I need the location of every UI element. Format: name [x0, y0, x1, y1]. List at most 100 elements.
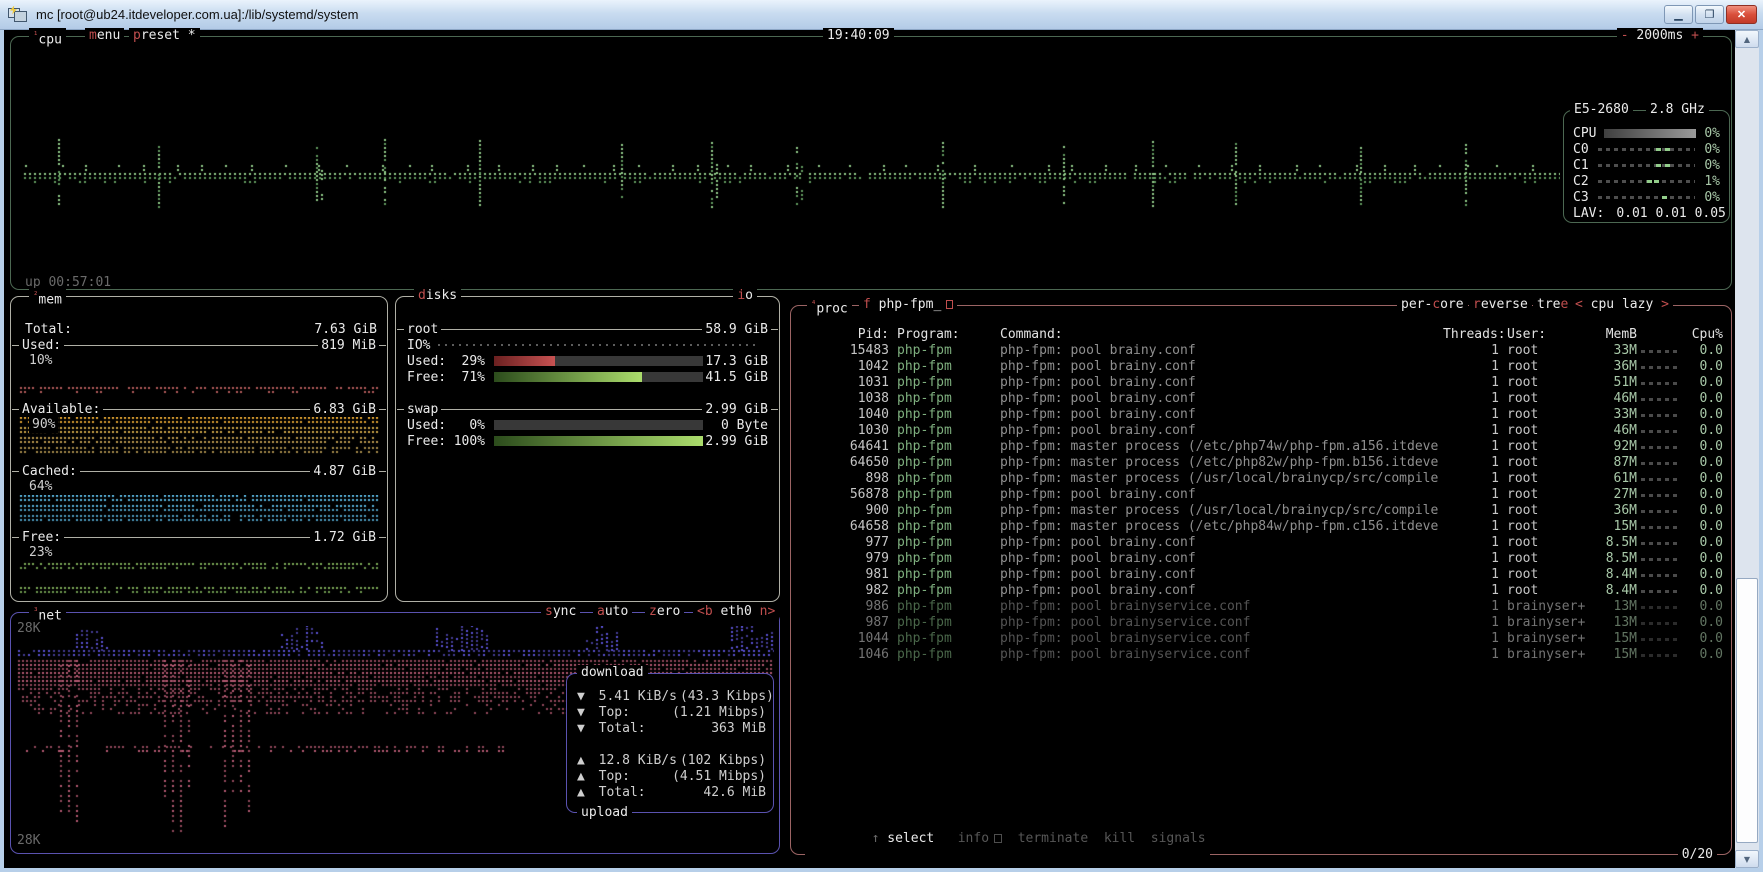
- cpu-mini-meter: [1641, 478, 1677, 481]
- info-button[interactable]: info: [958, 831, 989, 846]
- scroll-up-icon[interactable]: ▲: [1735, 30, 1759, 48]
- core-meter: [1598, 180, 1696, 183]
- disks-box-title: disks: [414, 288, 461, 304]
- proc-row[interactable]: 1046php-fpmphp-fpm: pool brainyservice.c…: [799, 647, 1723, 663]
- iface-prev-button[interactable]: <b: [697, 604, 713, 619]
- mem-cached-percent: 64%: [29, 479, 52, 495]
- disk-root-io-row: IO%: [397, 337, 778, 353]
- minimize-button[interactable]: ▁: [1664, 5, 1693, 24]
- proc-filter[interactable]: f php-fpm_: [859, 297, 957, 313]
- proc-row[interactable]: 986php-fpmphp-fpm: pool brainyservice.co…: [799, 599, 1723, 615]
- interval-plus-button[interactable]: +: [1691, 28, 1699, 43]
- proc-row[interactable]: 64658php-fpmphp-fpm: master process (/et…: [799, 519, 1723, 535]
- io-toggle[interactable]: io: [733, 288, 757, 304]
- proc-row[interactable]: 15483php-fpmphp-fpm: pool brainy.conf1ro…: [799, 343, 1723, 359]
- download-arrow-icon: ▼ 5.41 KiB/s: [574, 689, 680, 704]
- iface-next-button[interactable]: n>: [760, 604, 776, 619]
- scrollbar-thumb[interactable]: [1736, 578, 1758, 843]
- cpu-mini-meter: [1641, 382, 1677, 385]
- download-total-row: ▼ Total: 363 MiB: [568, 720, 772, 736]
- net-interface-switcher: <b eth0 n>: [693, 604, 779, 620]
- proc-row[interactable]: 898php-fpmphp-fpm: master process (/usr/…: [799, 471, 1723, 487]
- clear-filter-icon[interactable]: [946, 300, 953, 309]
- cpu-mini-meter: [1641, 446, 1677, 449]
- mem-available-percent: 90%: [29, 417, 58, 433]
- iface-name: eth0: [720, 604, 751, 619]
- net-scale-top: 28K: [17, 621, 40, 637]
- mem-free-percent: 23%: [29, 545, 52, 561]
- net-auto-button[interactable]: auto: [593, 604, 632, 620]
- disk-free-meter: [494, 436, 703, 446]
- mem-available-graph: [18, 417, 380, 457]
- net-sync-button[interactable]: sync: [541, 604, 580, 620]
- cpu-mini-meter: [1641, 494, 1677, 497]
- proc-row[interactable]: 1042php-fpmphp-fpm: pool brainy.conf1roo…: [799, 359, 1723, 375]
- app-window: mc [root@ub24.itdeveloper.com.ua]:/lib/s…: [0, 0, 1763, 872]
- maximize-button[interactable]: ❐: [1695, 5, 1724, 24]
- menu-button[interactable]: menu: [85, 28, 124, 44]
- tree-toggle[interactable]: tree: [1533, 297, 1572, 313]
- per-core-toggle[interactable]: per-core: [1397, 297, 1468, 313]
- mem-cached-row: Cached: 4.87 GiB: [12, 463, 386, 479]
- cpu-info-box: E5-2680 2.8 GHz CPU 0% C0 0% C1 0%: [1563, 110, 1730, 223]
- titlebar[interactable]: mc [root@ub24.itdeveloper.com.ua]:/lib/s…: [0, 0, 1763, 30]
- cpu-total-row: CPU 0%: [1565, 125, 1728, 141]
- proc-row[interactable]: 1040php-fpmphp-fpm: pool brainy.conf1roo…: [799, 407, 1723, 423]
- close-button[interactable]: ✕: [1726, 5, 1757, 24]
- net-box: ³net sync auto zero <b eth0 n> 28K 28K d…: [10, 612, 780, 854]
- kill-button[interactable]: kill: [1104, 831, 1135, 846]
- sort-next-icon[interactable]: >: [1661, 297, 1669, 312]
- disk-used-meter: [494, 356, 703, 366]
- proc-row[interactable]: 64641php-fpmphp-fpm: master process (/et…: [799, 439, 1723, 455]
- cpu-mini-meter: [1641, 558, 1677, 561]
- core-row: C3 0%: [1565, 189, 1728, 205]
- proc-box: ⁴proc f php-fpm_ per-core reverse tree <…: [790, 305, 1732, 855]
- cpu-mini-meter: [1641, 350, 1677, 353]
- cpu-box-title[interactable]: ¹cpu: [29, 28, 66, 48]
- reverse-toggle[interactable]: reverse: [1469, 297, 1532, 313]
- proc-row[interactable]: 1030php-fpmphp-fpm: pool brainy.conf1roo…: [799, 423, 1723, 439]
- sort-control: < cpu lazy >: [1571, 297, 1673, 313]
- proc-row[interactable]: 56878php-fpmphp-fpm: pool brainy.conf1ro…: [799, 487, 1723, 503]
- upload-label: upload: [577, 805, 632, 821]
- cpu-mini-meter: [1641, 606, 1677, 609]
- core-row: C2 1%: [1565, 173, 1728, 189]
- cpu-mini-meter: [1641, 510, 1677, 513]
- proc-row[interactable]: 1044php-fpmphp-fpm: pool brainyservice.c…: [799, 631, 1723, 647]
- disk-root-row: root 58.9 GiB: [397, 321, 778, 337]
- disk-used-meter: [494, 420, 703, 430]
- preset-button[interactable]: preset *: [129, 28, 200, 44]
- proc-row[interactable]: 900php-fpmphp-fpm: master process (/usr/…: [799, 503, 1723, 519]
- sort-prev-icon[interactable]: <: [1575, 297, 1583, 312]
- proc-row[interactable]: 981php-fpmphp-fpm: pool brainy.conf1root…: [799, 567, 1723, 583]
- proc-row[interactable]: 979php-fpmphp-fpm: pool brainy.conf1root…: [799, 551, 1723, 567]
- proc-row[interactable]: 987php-fpmphp-fpm: pool brainyservice.co…: [799, 615, 1723, 631]
- core-row: C0 0%: [1565, 141, 1728, 157]
- proc-box-title[interactable]: ⁴proc: [807, 297, 852, 317]
- upload-speed-row: ▲ 12.8 KiB/s (102 Kibps): [568, 752, 772, 768]
- proc-row[interactable]: 1031php-fpmphp-fpm: pool brainy.conf1roo…: [799, 375, 1723, 391]
- download-label: download: [577, 665, 648, 681]
- mem-box-title[interactable]: ²mem: [29, 288, 66, 308]
- cpu-mini-meter: [1641, 654, 1677, 657]
- scroll-down-icon[interactable]: ▼: [1735, 850, 1759, 868]
- upload-total-row: ▲ Total: 42.6 MiB: [568, 784, 772, 800]
- terminate-button[interactable]: terminate: [1018, 831, 1088, 846]
- interval-minus-button[interactable]: -: [1621, 28, 1629, 43]
- proc-row[interactable]: 977php-fpmphp-fpm: pool brainy.conf1root…: [799, 535, 1723, 551]
- select-button[interactable]: select: [887, 831, 934, 846]
- net-zero-button[interactable]: zero: [645, 604, 684, 620]
- proc-row[interactable]: 64650php-fpmphp-fpm: master process (/et…: [799, 455, 1723, 471]
- signals-button[interactable]: signals: [1151, 831, 1206, 846]
- mem-available-row: Available: 6.83 GiB: [12, 401, 386, 417]
- cpu-mini-meter: [1641, 366, 1677, 369]
- mem-used-percent: 10%: [29, 353, 52, 369]
- disk-free-meter: [494, 372, 703, 382]
- proc-row[interactable]: 1038php-fpmphp-fpm: pool brainy.conf1roo…: [799, 391, 1723, 407]
- proc-row[interactable]: 982php-fpmphp-fpm: pool brainy.conf1root…: [799, 583, 1723, 599]
- enter-icon: [994, 834, 1002, 843]
- scrollbar[interactable]: ▲ ▼: [1735, 30, 1759, 868]
- cpu-mini-meter: [1641, 574, 1677, 577]
- core-meter: [1598, 164, 1696, 167]
- cpu-mini-meter: [1641, 430, 1677, 433]
